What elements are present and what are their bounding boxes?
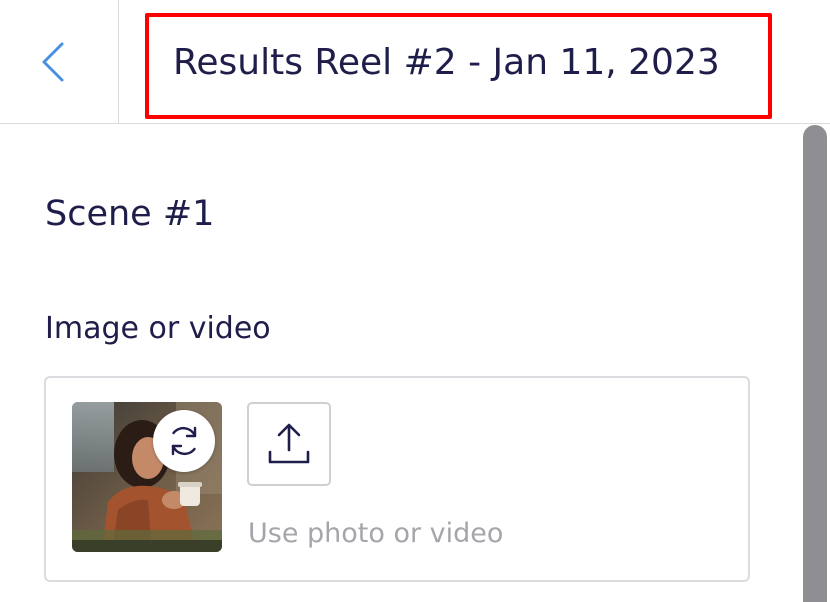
app-screen: Results Reel #2 - Jan 11, 2023 Scene #1 … <box>0 0 830 602</box>
page-title: Results Reel #2 - Jan 11, 2023 <box>173 42 720 83</box>
media-picker: Use photo or video <box>44 376 750 582</box>
upload-button[interactable] <box>247 402 331 486</box>
media-field-label: Image or video <box>45 311 271 346</box>
media-thumbnail[interactable] <box>72 402 222 552</box>
back-button[interactable] <box>0 0 119 123</box>
scene-title: Scene #1 <box>45 194 215 234</box>
title-highlight-box: Results Reel #2 - Jan 11, 2023 <box>145 13 772 119</box>
scene-editor: Scene #1 Image or video Use photo or vid… <box>0 124 800 602</box>
scrollbar-thumb[interactable] <box>803 125 827 602</box>
scrollbar <box>800 124 830 602</box>
replace-media-button[interactable] <box>153 410 215 472</box>
upload-icon <box>268 423 310 464</box>
top-bar: Results Reel #2 - Jan 11, 2023 <box>0 0 830 124</box>
upload-hint-text[interactable]: Use photo or video <box>248 516 503 552</box>
chevron-left-icon <box>42 42 64 82</box>
refresh-icon <box>171 426 197 456</box>
